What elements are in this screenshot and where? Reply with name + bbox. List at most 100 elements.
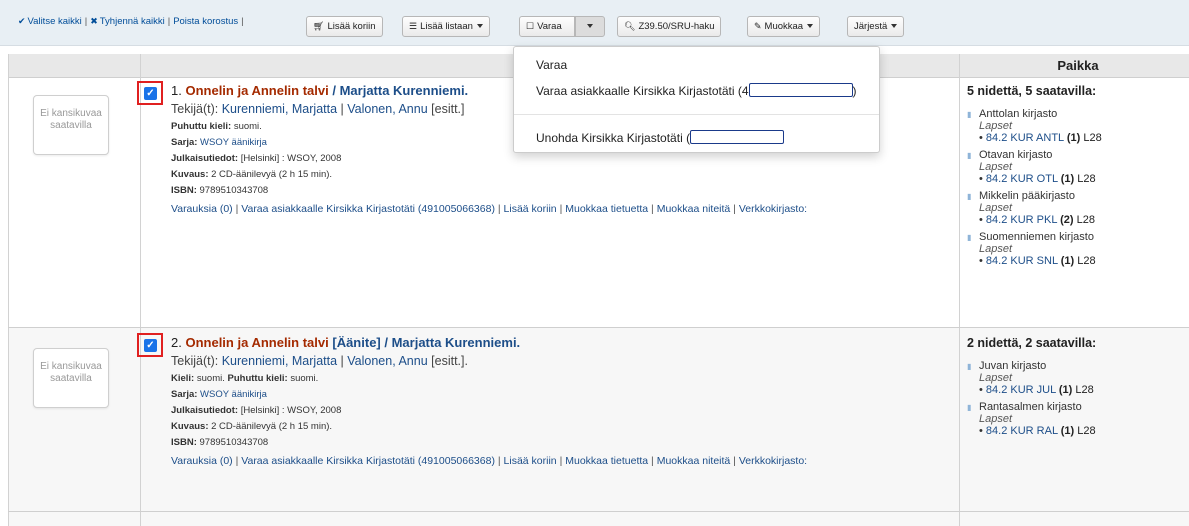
chevron-down-icon (587, 24, 593, 29)
remove-highlight-link[interactable]: Poista korostus (173, 16, 238, 27)
edit-record-link[interactable]: Muokkaa tietuetta (565, 455, 648, 467)
holding-item: ▮ Rantasalmen kirjasto Lapset • 84.2 KUR… (967, 401, 1096, 437)
authors: Tekijä(t): Kurenniemi, Marjatta | Valone… (171, 354, 468, 368)
menu-item-place-hold[interactable]: Varaa (536, 58, 567, 72)
edit-button[interactable]: ✎ Muokkaa (747, 16, 821, 37)
call-number-link[interactable]: 84.2 KUR JUL (986, 384, 1056, 396)
title-statement[interactable]: [Äänite] / Marjatta Kurenniemi. (332, 335, 520, 350)
series-link[interactable]: WSOY äänikirja (200, 137, 267, 148)
call-number-link[interactable]: 84.2 KUR SNL (986, 255, 1058, 267)
publication: Julkaisutiedot: [Helsinki] : WSOY, 2008 (171, 153, 342, 164)
hold-for-patron-link[interactable]: Varaa asiakkaalle Kirsikka Kirjastotäti … (241, 203, 495, 215)
menu-item-hold-for-patron[interactable]: Varaa asiakkaalle Kirsikka Kirjastotäti … (536, 83, 857, 98)
holdings-1: 5 nidettä, 5 saatavilla: ▮ Anttolan kirj… (967, 84, 1182, 267)
cart-icon: 🛒︎ (313, 21, 325, 31)
place-hold-menu: Varaa Varaa asiakkaalle Kirsikka Kirjast… (513, 46, 880, 153)
holds-link[interactable]: Varauksia (0) (171, 455, 233, 467)
search-icon: 🔍︎ (624, 21, 636, 31)
record-checkbox[interactable]: ✓ (144, 87, 157, 100)
add-to-cart-button[interactable]: 🛒︎ Lisää koriin (306, 16, 383, 37)
holding-item: ▮ Otavan kirjasto Lapset • 84.2 KUR OTL … (967, 149, 1096, 185)
series-link[interactable]: WSOY äänikirja (200, 389, 267, 400)
isbn: ISBN: 9789510343708 (171, 437, 269, 448)
pencil-icon: ✎ (754, 21, 762, 31)
edit-record-link[interactable]: Muokkaa tietuetta (565, 203, 648, 215)
cover-placeholder: Ei kansikuvaa saatavilla (33, 348, 109, 408)
holding-item: ▮ Mikkelin pääkirjasto Lapset • 84.2 KUR… (967, 190, 1095, 226)
record-checkbox[interactable]: ✓ (144, 339, 157, 352)
holdings-count: 5 nidettä, 5 saatavilla: (967, 84, 1097, 98)
selection-links: ✔ Valitse kaikki | ✖ Tyhjennä kaikki | Poista … (18, 16, 244, 27)
opac-link[interactable]: Verkkokirjasto: (739, 203, 807, 215)
opac-link[interactable]: Verkkokirjasto: (739, 455, 807, 467)
book-icon: ▮ (967, 151, 972, 160)
place-hold-button[interactable]: ☐ Varaa (519, 16, 575, 37)
record-actions: Varauksia (0) | Varaa asiakkaalle Kirsik… (171, 455, 808, 467)
holds-link[interactable]: Varauksia (0) (171, 203, 233, 215)
hold-icon: ☐ (526, 21, 535, 31)
add-to-cart-label: Lisää koriin (327, 21, 376, 32)
description: Kuvaus: 2 CD-äänilevyä (2 h 15 min). (171, 169, 333, 180)
holdings-count: 2 nidettä, 2 saatavilla: (967, 336, 1097, 350)
record-2: 2. Onnelin ja Annelin talvi [Äänite] / M… (171, 335, 961, 467)
author-link[interactable]: Kurenniemi, Marjatta (222, 354, 337, 368)
list-icon: ☰ (409, 21, 418, 31)
clear-all-link[interactable]: Tyhjennä kaikki (100, 16, 165, 27)
place-hold-label: Varaa (537, 21, 562, 32)
edit-items-link[interactable]: Muokkaa niteitä (657, 203, 731, 215)
chevron-down-icon (476, 24, 483, 29)
record-actions: Varauksia (0) | Varaa asiakkaalle Kirsik… (171, 203, 808, 215)
title-link[interactable]: Onnelin ja Annelin talvi (185, 335, 328, 350)
call-number-link[interactable]: 84.2 KUR RAL (986, 425, 1058, 437)
redacted-box (690, 130, 785, 144)
description: Kuvaus: 2 CD-äänilevyä (2 h 15 min). (171, 421, 333, 432)
book-icon: ▮ (967, 403, 972, 412)
chevron-down-icon (807, 24, 814, 29)
book-icon: ▮ (967, 192, 972, 201)
place-hold-dropdown-toggle[interactable] (575, 16, 605, 37)
results-toolbar: ✔ Valitse kaikki | ✖ Tyhjennä kaikki | Poista … (0, 0, 1189, 46)
publication: Julkaisutiedot: [Helsinki] : WSOY, 2008 (171, 405, 342, 416)
edit-items-link[interactable]: Muokkaa niteitä (657, 455, 731, 467)
book-icon: ▮ (967, 233, 972, 242)
hold-for-patron-link[interactable]: Varaa asiakkaalle Kirsikka Kirjastotäti … (241, 455, 495, 467)
z3950-label: Z39.50/SRU-haku (638, 21, 715, 32)
record-checkbox-highlight: ✓ (137, 81, 163, 105)
book-icon: ▮ (967, 362, 972, 371)
call-number-link[interactable]: 84.2 KUR ANTL (986, 132, 1064, 144)
add-to-cart-link[interactable]: Lisää koriin (504, 455, 557, 467)
select-all-link[interactable]: Valitse kaikki (28, 16, 82, 27)
sort-label: Järjestä (854, 21, 888, 32)
record-checkbox-highlight: ✓ (137, 333, 163, 357)
series: Sarja: WSOY äänikirja (171, 389, 267, 400)
add-to-cart-link[interactable]: Lisää koriin (504, 203, 557, 215)
x-icon: ✖ (90, 16, 98, 26)
edit-label: Muokkaa (764, 21, 804, 32)
redacted-box (748, 83, 853, 97)
holdings-2: 2 nidettä, 2 saatavilla: ▮ Juvan kirjast… (967, 336, 1182, 437)
record-title: 2. Onnelin ja Annelin talvi [Äänite] / M… (171, 335, 521, 350)
title-statement[interactable]: / Marjatta Kurenniemi. (332, 83, 468, 98)
chevron-down-icon (891, 24, 898, 29)
call-number-link[interactable]: 84.2 KUR OTL (986, 173, 1058, 185)
sort-button[interactable]: Järjestä (847, 16, 905, 37)
title-link[interactable]: Onnelin ja Annelin talvi (185, 83, 328, 98)
menu-divider (514, 114, 879, 115)
holding-item: ▮ Anttolan kirjasto Lapset • 84.2 KUR AN… (967, 108, 1102, 144)
location-column-header[interactable]: Paikka (967, 54, 1189, 78)
add-to-list-button[interactable]: ☰ Lisää listaan (402, 16, 490, 37)
call-number-link[interactable]: 84.2 KUR PKL (986, 214, 1057, 226)
author-link[interactable]: Kurenniemi, Marjatta (222, 102, 337, 116)
isbn: ISBN: 9789510343708 (171, 185, 269, 196)
author-link[interactable]: Valonen, Annu (347, 102, 427, 116)
check-icon: ✔ (18, 16, 26, 26)
menu-item-forget-patron[interactable]: Unohda Kirsikka Kirjastotäti ( (536, 130, 785, 145)
holding-item: ▮ Suomenniemen kirjasto Lapset • 84.2 KU… (967, 231, 1096, 267)
holding-item: ▮ Juvan kirjasto Lapset • 84.2 KUR JUL (… (967, 360, 1094, 396)
book-icon: ▮ (967, 110, 972, 119)
author-link[interactable]: Valonen, Annu (347, 354, 427, 368)
z3950-search-button[interactable]: 🔍︎ Z39.50/SRU-haku (617, 16, 722, 37)
cover-placeholder: Ei kansikuvaa saatavilla (33, 95, 109, 155)
add-to-list-label: Lisää listaan (420, 21, 473, 32)
language: Kieli: suomi. Puhuttu kieli: suomi. (171, 373, 319, 384)
